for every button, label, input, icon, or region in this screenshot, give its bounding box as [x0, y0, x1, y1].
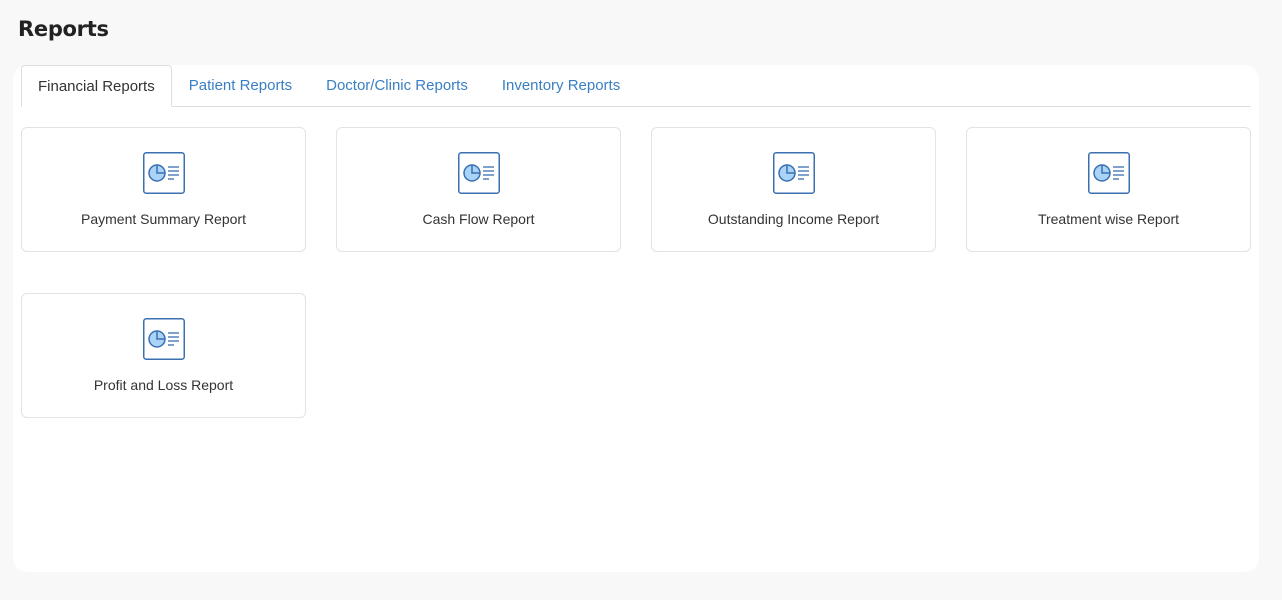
report-card-label: Treatment wise Report	[1037, 211, 1180, 227]
tab-patient-reports[interactable]: Patient Reports	[172, 65, 309, 107]
tab-doctor-clinic-reports[interactable]: Doctor/Clinic Reports	[309, 65, 485, 107]
report-chart-icon	[772, 152, 815, 194]
page-title: Reports	[18, 17, 109, 41]
report-card-label: Profit and Loss Report	[93, 377, 234, 393]
report-card-payment-summary[interactable]: Payment Summary Report	[21, 127, 306, 252]
tab-inventory-reports[interactable]: Inventory Reports	[485, 65, 637, 107]
report-card-outstanding-income[interactable]: Outstanding Income Report	[651, 127, 936, 252]
report-card-label: Payment Summary Report	[81, 211, 246, 227]
report-chart-icon	[142, 318, 185, 360]
report-tabs: Financial Reports Patient Reports Doctor…	[21, 65, 1251, 107]
tab-financial-reports[interactable]: Financial Reports	[21, 65, 172, 107]
report-card-treatment-wise[interactable]: Treatment wise Report	[966, 127, 1251, 252]
report-card-label: Outstanding Income Report	[707, 211, 880, 227]
report-card-cash-flow[interactable]: Cash Flow Report	[336, 127, 621, 252]
report-chart-icon	[1087, 152, 1130, 194]
reports-panel: Financial Reports Patient Reports Doctor…	[13, 65, 1259, 572]
report-chart-icon	[142, 152, 185, 194]
report-card-label: Cash Flow Report	[422, 211, 535, 227]
report-cards: Payment Summary Report Cash Flow Report	[21, 127, 1253, 418]
report-card-profit-and-loss[interactable]: Profit and Loss Report	[21, 293, 306, 418]
report-chart-icon	[457, 152, 500, 194]
